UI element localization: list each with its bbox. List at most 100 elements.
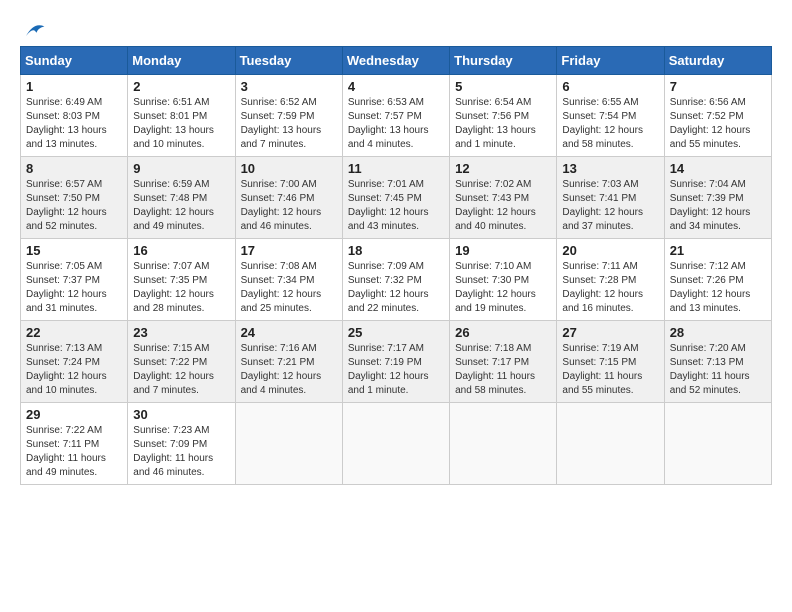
day-number: 27 [562,325,658,340]
calendar-cell: 15 Sunrise: 7:05 AM Sunset: 7:37 PM Dayli… [21,239,128,321]
logo-bird-icon [22,20,46,40]
calendar-cell: 2 Sunrise: 6:51 AM Sunset: 8:01 PM Daylig… [128,75,235,157]
calendar-cell: 4 Sunrise: 6:53 AM Sunset: 7:57 PM Daylig… [342,75,449,157]
day-info: Sunrise: 7:19 AM Sunset: 7:15 PM Dayligh… [562,342,658,398]
calendar-cell: 18 Sunrise: 7:09 AM Sunset: 7:32 PM Dayli… [342,239,449,321]
day-number: 29 [26,407,122,422]
day-info: Sunrise: 6:56 AM Sunset: 7:52 PM Dayligh… [670,96,766,152]
day-number: 5 [455,79,551,94]
calendar-cell: 9 Sunrise: 6:59 AM Sunset: 7:48 PM Daylig… [128,157,235,239]
calendar-cell [235,403,342,485]
day-info: Sunrise: 7:08 AM Sunset: 7:34 PM Dayligh… [241,260,337,316]
day-info: Sunrise: 7:01 AM Sunset: 7:45 PM Dayligh… [348,178,444,234]
calendar-cell [557,403,664,485]
day-number: 1 [26,79,122,94]
column-header-sunday: Sunday [21,47,128,75]
day-number: 19 [455,243,551,258]
day-number: 16 [133,243,229,258]
calendar-week-2: 8Sunrise: 6:57 AM Sunset: 7:50 PM Daylig… [21,157,772,239]
calendar-cell: 12 Sunrise: 7:02 AM Sunset: 7:43 PM Dayli… [450,157,557,239]
day-info: Sunrise: 7:10 AM Sunset: 7:30 PM Dayligh… [455,260,551,316]
day-info: Sunrise: 7:03 AM Sunset: 7:41 PM Dayligh… [562,178,658,234]
calendar-cell: 19 Sunrise: 7:10 AM Sunset: 7:30 PM Dayli… [450,239,557,321]
calendar-cell: 3Sunrise: 6:52 AM Sunset: 7:59 PM Daylig… [235,75,342,157]
calendar-cell: 1 Sunrise: 6:49 AM Sunset: 8:03 PM Daylig… [21,75,128,157]
day-info: Sunrise: 7:20 AM Sunset: 7:13 PM Dayligh… [670,342,766,398]
day-info: Sunrise: 7:15 AM Sunset: 7:22 PM Dayligh… [133,342,229,398]
day-number: 26 [455,325,551,340]
day-info: Sunrise: 6:55 AM Sunset: 7:54 PM Dayligh… [562,96,658,152]
calendar-table: SundayMondayTuesdayWednesdayThursdayFrid… [20,46,772,485]
calendar-cell [664,403,771,485]
day-number: 6 [562,79,658,94]
day-info: Sunrise: 7:17 AM Sunset: 7:19 PM Dayligh… [348,342,444,398]
calendar-week-4: 22Sunrise: 7:13 AM Sunset: 7:24 PM Dayli… [21,321,772,403]
calendar-cell: 6 Sunrise: 6:55 AM Sunset: 7:54 PM Daylig… [557,75,664,157]
day-number: 28 [670,325,766,340]
day-info: Sunrise: 6:57 AM Sunset: 7:50 PM Dayligh… [26,178,122,234]
day-info: Sunrise: 7:22 AM Sunset: 7:11 PM Dayligh… [26,424,122,480]
column-header-tuesday: Tuesday [235,47,342,75]
day-info: Sunrise: 7:00 AM Sunset: 7:46 PM Dayligh… [241,178,337,234]
column-header-saturday: Saturday [664,47,771,75]
day-info: Sunrise: 6:54 AM Sunset: 7:56 PM Dayligh… [455,96,551,152]
day-number: 9 [133,161,229,176]
day-info: Sunrise: 6:51 AM Sunset: 8:01 PM Dayligh… [133,96,229,152]
day-number: 12 [455,161,551,176]
calendar-cell: 28 Sunrise: 7:20 AM Sunset: 7:13 PM Dayli… [664,321,771,403]
day-info: Sunrise: 7:07 AM Sunset: 7:35 PM Dayligh… [133,260,229,316]
column-header-wednesday: Wednesday [342,47,449,75]
day-number: 7 [670,79,766,94]
logo [20,20,46,36]
day-info: Sunrise: 6:53 AM Sunset: 7:57 PM Dayligh… [348,96,444,152]
calendar-cell: 27 Sunrise: 7:19 AM Sunset: 7:15 PM Dayli… [557,321,664,403]
day-number: 20 [562,243,658,258]
day-info: Sunrise: 7:05 AM Sunset: 7:37 PM Dayligh… [26,260,122,316]
calendar-cell: 5 Sunrise: 6:54 AM Sunset: 7:56 PM Daylig… [450,75,557,157]
calendar-cell: 11 Sunrise: 7:01 AM Sunset: 7:45 PM Dayli… [342,157,449,239]
column-header-friday: Friday [557,47,664,75]
day-info: Sunrise: 7:23 AM Sunset: 7:09 PM Dayligh… [133,424,229,480]
day-number: 2 [133,79,229,94]
day-number: 25 [348,325,444,340]
column-header-thursday: Thursday [450,47,557,75]
day-number: 23 [133,325,229,340]
calendar-cell: 13 Sunrise: 7:03 AM Sunset: 7:41 PM Dayli… [557,157,664,239]
calendar-cell: 24 Sunrise: 7:16 AM Sunset: 7:21 PM Dayli… [235,321,342,403]
calendar-cell: 23 Sunrise: 7:15 AM Sunset: 7:22 PM Dayli… [128,321,235,403]
day-number: 11 [348,161,444,176]
day-number: 3 [241,79,337,94]
day-info: Sunrise: 7:04 AM Sunset: 7:39 PM Dayligh… [670,178,766,234]
calendar-cell [450,403,557,485]
calendar-cell: 22Sunrise: 7:13 AM Sunset: 7:24 PM Dayli… [21,321,128,403]
calendar-cell: 16 Sunrise: 7:07 AM Sunset: 7:35 PM Dayli… [128,239,235,321]
day-info: Sunrise: 7:09 AM Sunset: 7:32 PM Dayligh… [348,260,444,316]
day-info: Sunrise: 7:11 AM Sunset: 7:28 PM Dayligh… [562,260,658,316]
day-number: 15 [26,243,122,258]
day-info: Sunrise: 6:59 AM Sunset: 7:48 PM Dayligh… [133,178,229,234]
day-number: 4 [348,79,444,94]
day-info: Sunrise: 6:49 AM Sunset: 8:03 PM Dayligh… [26,96,122,152]
calendar-week-1: 1 Sunrise: 6:49 AM Sunset: 8:03 PM Daylig… [21,75,772,157]
day-number: 30 [133,407,229,422]
day-number: 18 [348,243,444,258]
day-number: 17 [241,243,337,258]
page-header [20,20,772,36]
calendar-cell: 21 Sunrise: 7:12 AM Sunset: 7:26 PM Dayli… [664,239,771,321]
day-info: Sunrise: 7:02 AM Sunset: 7:43 PM Dayligh… [455,178,551,234]
calendar-cell: 7 Sunrise: 6:56 AM Sunset: 7:52 PM Daylig… [664,75,771,157]
calendar-cell: 8Sunrise: 6:57 AM Sunset: 7:50 PM Daylig… [21,157,128,239]
day-number: 21 [670,243,766,258]
day-number: 13 [562,161,658,176]
day-number: 24 [241,325,337,340]
calendar-cell: 29 Sunrise: 7:22 AM Sunset: 7:11 PM Dayli… [21,403,128,485]
day-info: Sunrise: 7:16 AM Sunset: 7:21 PM Dayligh… [241,342,337,398]
calendar-cell: 17 Sunrise: 7:08 AM Sunset: 7:34 PM Dayli… [235,239,342,321]
day-number: 22 [26,325,122,340]
day-number: 14 [670,161,766,176]
calendar-cell: 20 Sunrise: 7:11 AM Sunset: 7:28 PM Dayli… [557,239,664,321]
calendar-cell: 10 Sunrise: 7:00 AM Sunset: 7:46 PM Dayli… [235,157,342,239]
day-info: Sunrise: 7:12 AM Sunset: 7:26 PM Dayligh… [670,260,766,316]
calendar-cell [342,403,449,485]
day-number: 10 [241,161,337,176]
